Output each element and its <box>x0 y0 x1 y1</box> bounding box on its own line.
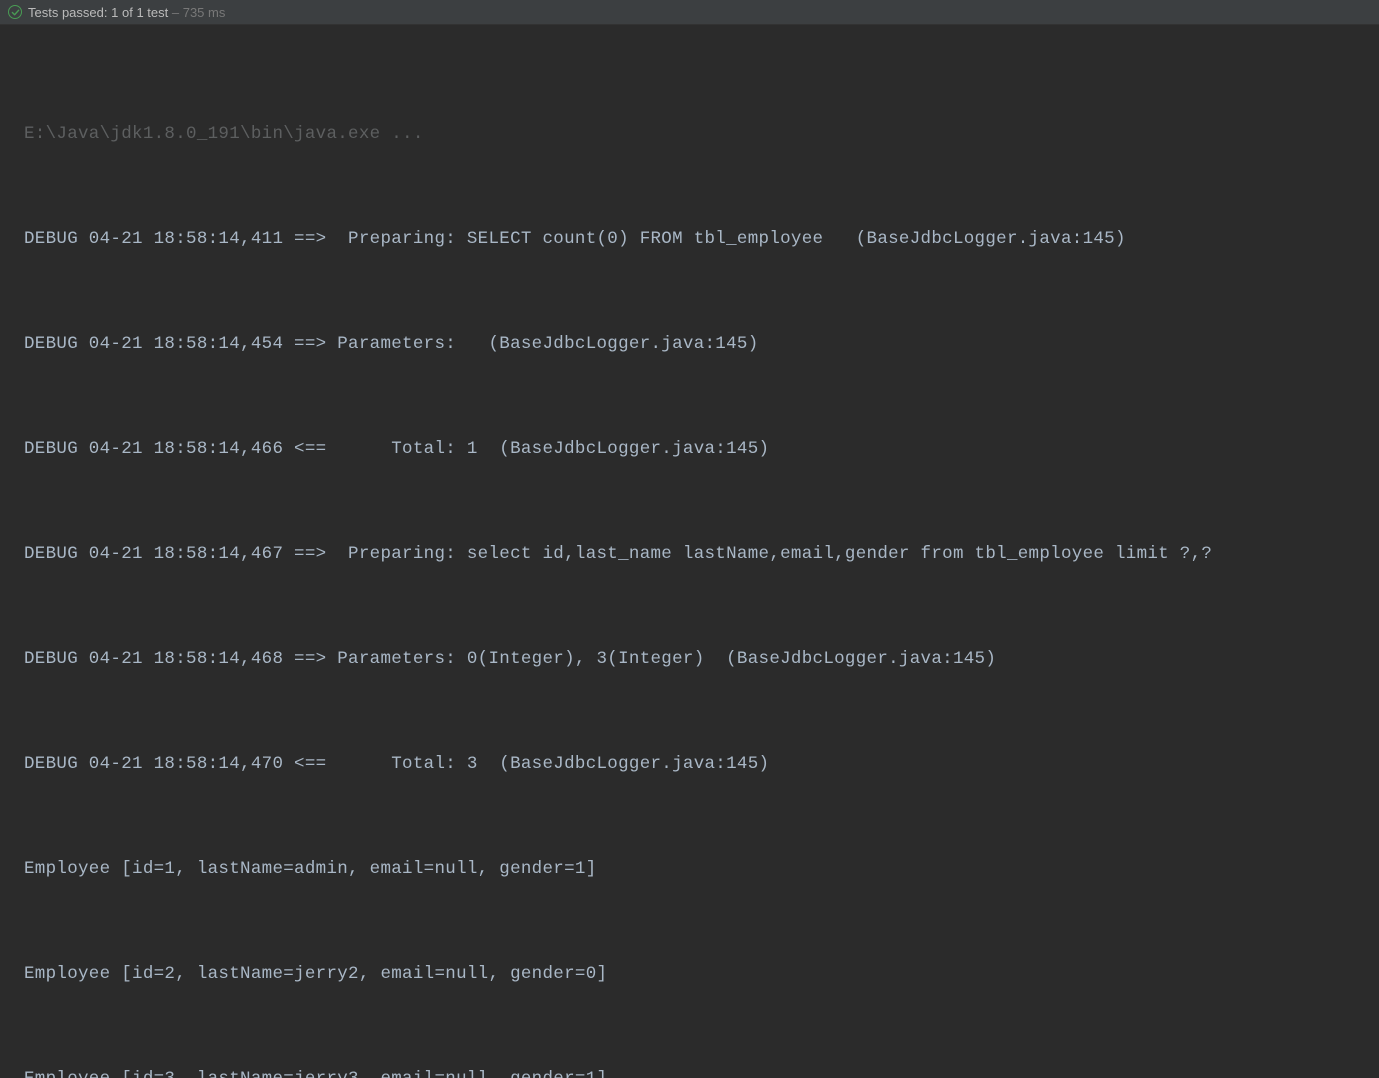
log-line: DEBUG 04-21 18:58:14,470 <== Total: 3 (B… <box>24 747 1371 782</box>
status-text: Tests passed: 1 of 1 test – 735 ms <box>28 5 225 20</box>
test-status-bar: Tests passed: 1 of 1 test – 735 ms <box>0 0 1379 25</box>
status-dash: – <box>172 5 179 20</box>
status-count: 1 <box>111 5 118 20</box>
status-label: Tests passed: <box>28 5 108 20</box>
console-output[interactable]: E:\Java\jdk1.8.0_191\bin\java.exe ... DE… <box>0 25 1379 1078</box>
command-line: E:\Java\jdk1.8.0_191\bin\java.exe ... <box>24 117 1371 152</box>
log-line: DEBUG 04-21 18:58:14,467 ==> Preparing: … <box>24 537 1371 572</box>
status-duration: 735 ms <box>183 5 226 20</box>
status-of: of 1 test <box>122 5 168 20</box>
log-line: Employee [id=2, lastName=jerry2, email=n… <box>24 957 1371 992</box>
log-line: Employee [id=3, lastName=jerry3, email=n… <box>24 1062 1371 1078</box>
log-line: DEBUG 04-21 18:58:14,468 ==> Parameters:… <box>24 642 1371 677</box>
log-line: DEBUG 04-21 18:58:14,466 <== Total: 1 (B… <box>24 432 1371 467</box>
log-line: Employee [id=1, lastName=admin, email=nu… <box>24 852 1371 887</box>
log-line: DEBUG 04-21 18:58:14,411 ==> Preparing: … <box>24 222 1371 257</box>
check-icon <box>8 5 22 19</box>
log-line: DEBUG 04-21 18:58:14,454 ==> Parameters:… <box>24 327 1371 362</box>
